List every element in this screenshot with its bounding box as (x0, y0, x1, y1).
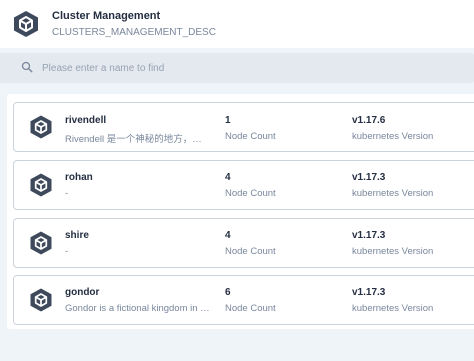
search-input[interactable] (38, 57, 466, 79)
node-count-label: Node Count (225, 188, 276, 199)
kubernetes-version-value: v1.17.3 (352, 230, 386, 241)
cluster-icon (30, 115, 52, 139)
node-count-label: Node Count (225, 246, 276, 257)
cluster-card-rohan[interactable]: rohan - 4 Node Count v1.17.3 kubernetes … (13, 160, 474, 210)
page-title: Cluster Management (52, 10, 161, 22)
node-count-value: 1 (225, 115, 231, 126)
cluster-card-shire[interactable]: shire - 4 Node Count v1.17.3 kubernetes … (13, 218, 474, 268)
page-description: CLUSTERS_MANAGEMENT_DESC (52, 27, 216, 38)
node-count-value: 4 (225, 172, 231, 183)
cluster-icon (30, 231, 52, 255)
node-count-value: 6 (225, 287, 231, 298)
cluster-name[interactable]: shire (65, 230, 89, 241)
kubernetes-version-value: v1.17.3 (352, 172, 386, 183)
cluster-description: Gondor is a fictional kingdom in … (65, 303, 210, 314)
cluster-card-rivendell[interactable]: rivendell Rivendell 是一个神秘的地方，… 1 Node Co… (13, 102, 474, 152)
page-header: Cluster Management CLUSTERS_MANAGEMENT_D… (0, 0, 474, 48)
kubernetes-version-value: v1.17.6 (352, 115, 386, 126)
cluster-card-gondor[interactable]: gondor Gondor is a fictional kingdom in … (13, 275, 474, 325)
cluster-description: Rivendell 是一个神秘的地方，… (65, 134, 202, 145)
node-count-label: Node Count (225, 303, 276, 314)
cluster-name[interactable]: rohan (65, 172, 93, 183)
search-icon (21, 61, 33, 73)
kubernetes-version-label: kubernetes Version (352, 246, 434, 257)
cluster-icon (30, 173, 52, 197)
kubernetes-version-value: v1.17.3 (352, 287, 386, 298)
cluster-icon (30, 288, 52, 312)
cluster-name[interactable]: gondor (65, 287, 99, 298)
node-count-label: Node Count (225, 131, 276, 142)
kubernetes-version-label: kubernetes Version (352, 303, 434, 314)
cluster-description: - (65, 246, 69, 257)
cluster-icon (14, 11, 38, 37)
kubernetes-version-label: kubernetes Version (352, 131, 434, 142)
cluster-name[interactable]: rivendell (65, 115, 106, 126)
node-count-value: 4 (225, 230, 231, 241)
cluster-description: - (65, 188, 69, 199)
kubernetes-version-label: kubernetes Version (352, 188, 434, 199)
